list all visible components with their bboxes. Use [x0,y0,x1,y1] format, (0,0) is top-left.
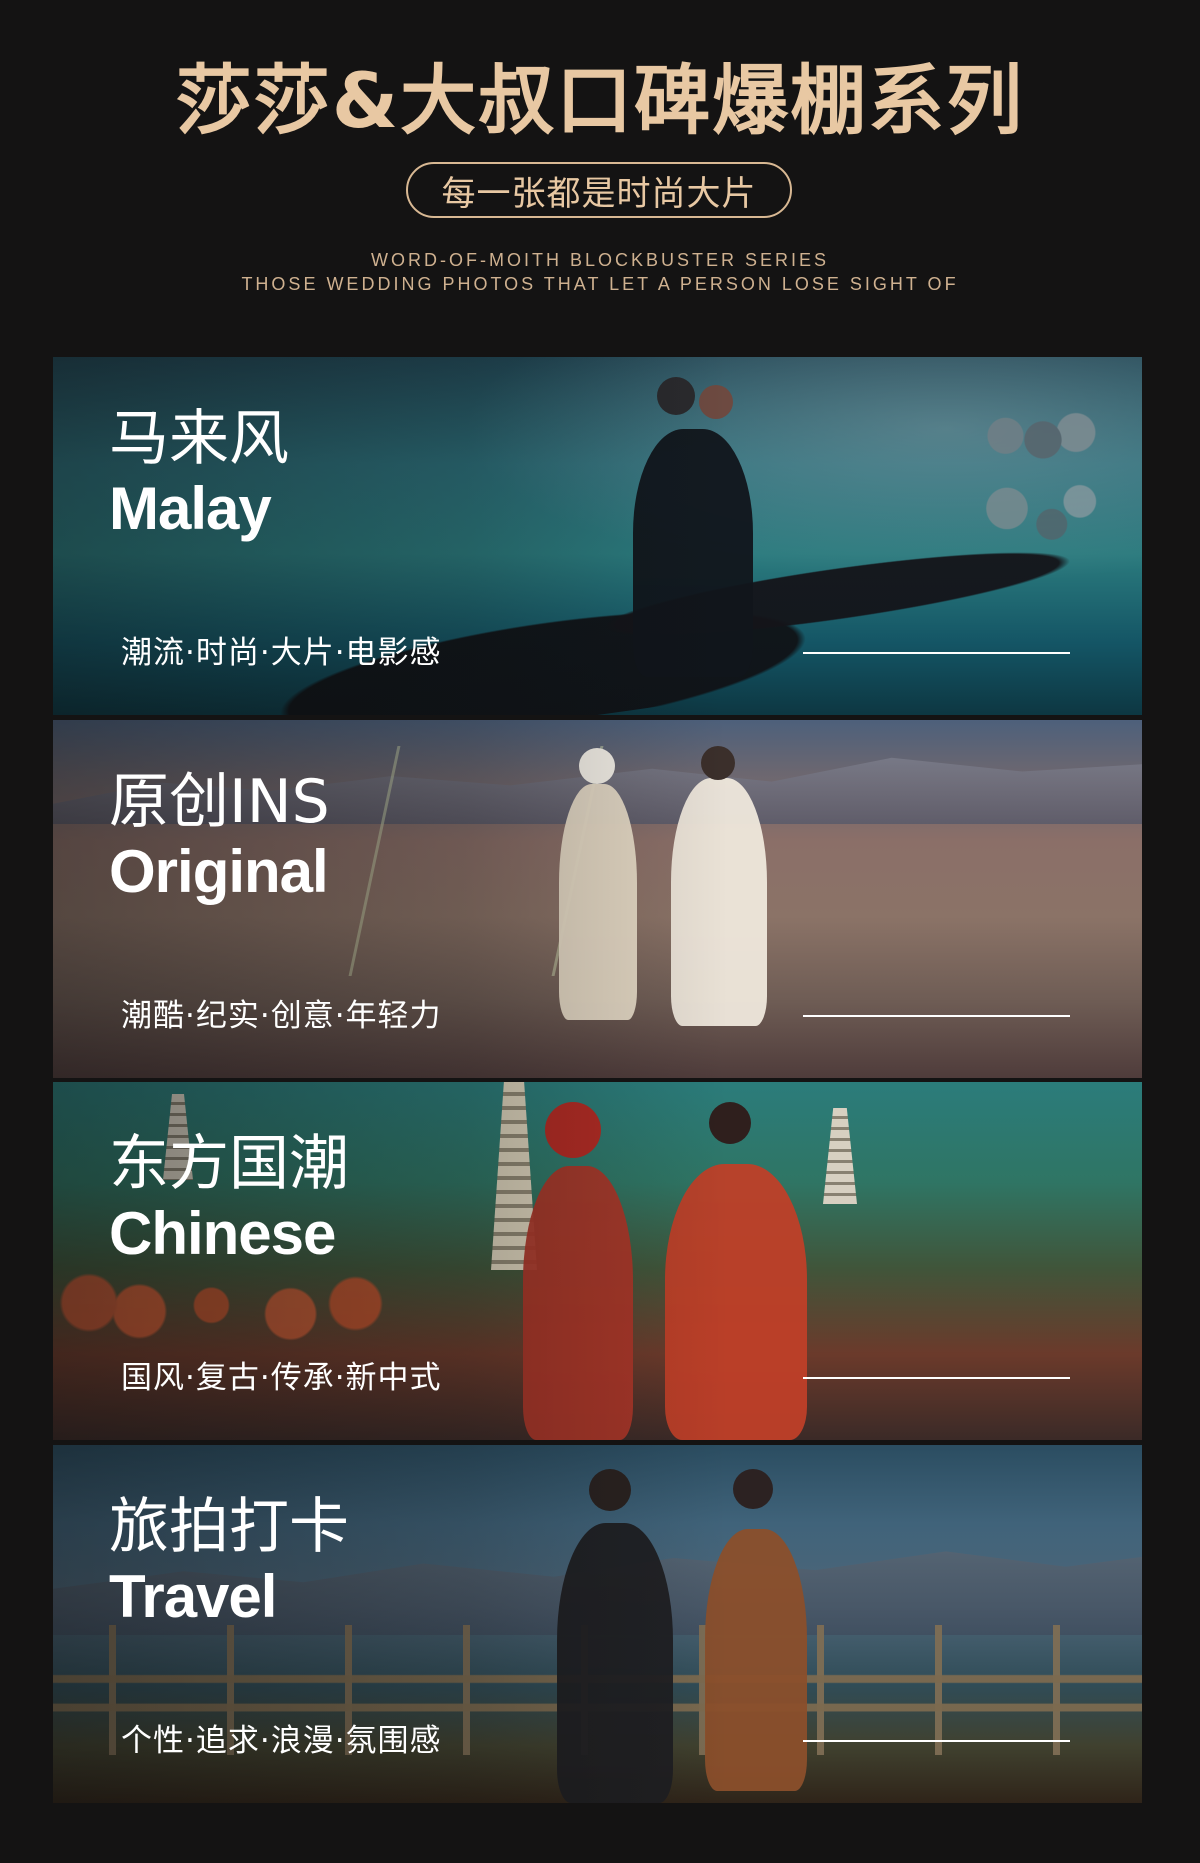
chinese-chinese-title: 东方国潮 [109,1129,349,1199]
series-card-travel[interactable]: 旅拍打卡 Travel 个性·追求·浪漫·氛围感 [53,1445,1142,1803]
malay-chinese-title: 马来风 [109,404,289,474]
original-english-title: Original [109,838,329,905]
malay-divider [803,652,1070,654]
chinese-tagline: 国风·复古·传承·新中式 [121,1360,442,1396]
original-divider [803,1015,1070,1017]
series-card-malay[interactable]: 马来风 Malay 潮流·时尚·大片·电影感 [53,357,1142,715]
original-tagline: 潮酷·纪实·创意·年轻力 [121,998,442,1034]
travel-english-title: Travel [109,1563,277,1630]
malay-english-title: Malay [109,475,272,542]
header-section: 莎莎&大叔口碑爆棚系列 每一张都是时尚大片 WORD-OF-MOITH BLOC… [0,0,1200,340]
subtitle-pill: 每一张都是时尚大片 [406,162,792,218]
chinese-divider [803,1377,1070,1379]
series-card-chinese[interactable]: 东方国潮 Chinese 国风·复古·传承·新中式 [53,1082,1142,1440]
travel-tagline: 个性·追求·浪漫·氛围感 [121,1723,442,1759]
english-subtitle-line-2: THOSE WEDDING PHOTOS THAT LET A PERSON L… [241,274,959,294]
original-chinese-title: 原创INS [109,767,330,837]
page-title: 莎莎&大叔口碑爆棚系列 [175,56,1025,145]
travel-divider [803,1740,1070,1742]
chinese-english-title: Chinese [109,1200,336,1267]
malay-tagline: 潮流·时尚·大片·电影感 [121,635,442,671]
series-card-original[interactable]: 原创INS Original 潮酷·纪实·创意·年轻力 [53,720,1142,1078]
travel-chinese-title: 旅拍打卡 [109,1492,349,1562]
english-subtitle-line-1: WORD-OF-MOITH BLOCKBUSTER SERIES [370,250,830,270]
